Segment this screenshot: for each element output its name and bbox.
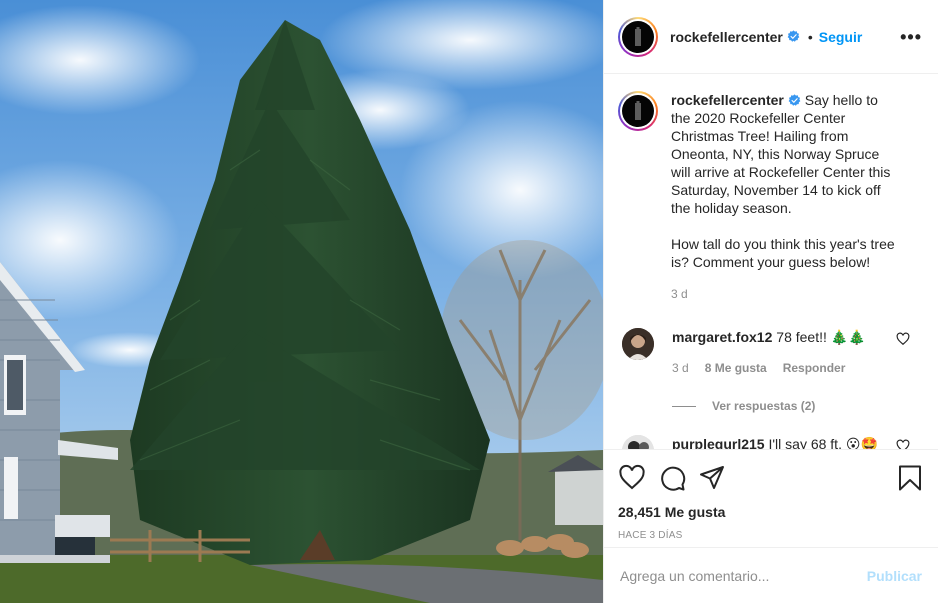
comment-like-heart-icon[interactable] [896, 439, 910, 449]
post-photo[interactable] [0, 0, 603, 603]
rockefeller-logo-icon [635, 26, 641, 46]
caption-username[interactable]: rockefellercenter [671, 92, 784, 108]
action-icons-row [618, 464, 924, 492]
comment-text: I'll say 68 ft. [768, 436, 842, 449]
caption-text-1: Say hello to the 2020 Rockefeller Center… [671, 92, 891, 216]
verified-badge-icon [787, 30, 800, 42]
post-details-panel: rockefellercenter • Seguir ••• rockefell… [603, 0, 938, 603]
follow-button[interactable]: Seguir [819, 29, 863, 45]
comment-icon[interactable] [658, 464, 686, 492]
view-replies-label: Ver respuestas (2) [712, 399, 816, 413]
header-username[interactable]: rockefellercenter [670, 29, 783, 45]
replies-divider [672, 405, 696, 407]
comment-text: 78 feet!! [776, 329, 827, 345]
bookmark-icon[interactable] [896, 464, 924, 492]
comment-like-heart-icon[interactable] [896, 332, 910, 346]
comment-input[interactable] [620, 567, 867, 584]
post-date[interactable]: HACE 3 DÍAS [618, 530, 924, 541]
rockefeller-logo-icon [635, 101, 641, 120]
christmas-tree-photo [0, 0, 603, 603]
view-replies-button[interactable]: Ver respuestas (2) [672, 399, 922, 413]
comment-item: purplegurl215 I'll say 68 ft. 😮🤩 [618, 435, 922, 449]
add-comment-bar: Publicar [604, 547, 938, 603]
post-header: rockefellercenter • Seguir ••• [604, 0, 938, 74]
comment-emoji: 😮🤩 [845, 437, 878, 449]
comment-emoji: 🎄🎄 [830, 330, 866, 346]
likes-count[interactable]: 28,451 Me gusta [618, 504, 924, 520]
caption-timestamp[interactable]: 3 d [671, 285, 901, 303]
post-caption: rockefellercenter Say hello to the 2020 … [618, 91, 922, 303]
comment-username[interactable]: margaret.fox12 [672, 329, 772, 345]
comment-time[interactable]: 3 d [672, 359, 689, 377]
caption-avatar[interactable] [618, 91, 658, 131]
comment-username[interactable]: purplegurl215 [672, 436, 765, 449]
comments-list[interactable]: rockefellercenter Say hello to the 2020 … [604, 75, 938, 449]
reply-button[interactable]: Responder [783, 359, 846, 377]
comment-meta: 3 d 8 Me gusta Responder [672, 359, 882, 377]
caption-text-2: How tall do you think this year's tree i… [671, 236, 895, 270]
comment-item: margaret.fox12 78 feet!! 🎄🎄 3 d 8 Me gus… [618, 328, 922, 377]
profile-avatar[interactable] [618, 16, 658, 57]
user-photo-icon [622, 328, 654, 360]
commenter-avatar[interactable] [622, 435, 654, 449]
user-photo-icon [622, 435, 654, 449]
commenter-avatar[interactable] [622, 328, 654, 360]
instagram-post-modal: rockefellercenter • Seguir ••• rockefell… [0, 0, 938, 603]
paper-plane-icon[interactable] [698, 464, 726, 492]
heart-icon[interactable] [618, 464, 646, 492]
publish-button[interactable]: Publicar [867, 568, 922, 584]
separator-dot: • [807, 28, 813, 45]
comment-body: purplegurl215 I'll say 68 ft. 😮🤩 [672, 435, 882, 449]
more-options-icon[interactable]: ••• [900, 28, 922, 46]
comment-likes[interactable]: 8 Me gusta [705, 359, 767, 377]
caption-body: rockefellercenter Say hello to the 2020 … [671, 91, 901, 303]
verified-badge-icon [788, 94, 801, 106]
post-actions: 28,451 Me gusta HACE 3 DÍAS [604, 449, 938, 541]
comment-body: margaret.fox12 78 feet!! 🎄🎄 3 d 8 Me gus… [672, 328, 882, 377]
